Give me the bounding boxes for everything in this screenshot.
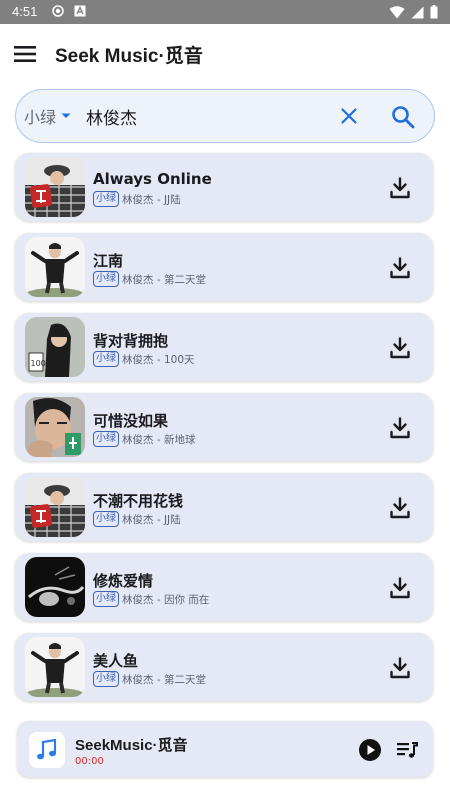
- play-button[interactable]: [358, 738, 382, 762]
- status-time: 4:51: [12, 4, 38, 19]
- hamburger-menu-icon: [14, 46, 36, 62]
- queue-music-icon: [397, 742, 418, 758]
- download-button[interactable]: [387, 255, 413, 281]
- source-badge: 小绿: [93, 431, 119, 447]
- source-badge: 小绿: [93, 671, 119, 687]
- download-icon: [390, 577, 410, 599]
- album-cover-100-days: 100: [25, 317, 85, 377]
- source-badge: 小绿: [93, 511, 119, 527]
- song-item[interactable]: 可惜没如果 小绿 林俊杰 - 新地球: [15, 393, 433, 461]
- album-cover-jj-lu: [25, 157, 85, 217]
- song-artist-album: 林俊杰 - 100天: [122, 353, 195, 366]
- source-badge: 小绿: [93, 351, 119, 367]
- song-item[interactable]: 100 背对背拥抱 小绿 林俊杰 - 100天: [15, 313, 433, 381]
- song-artist-album: 林俊杰 - 第二天堂: [122, 673, 206, 686]
- song-title: 修炼爱情: [93, 572, 154, 590]
- music-note-icon: [37, 738, 57, 760]
- download-icon: [390, 657, 410, 679]
- download-icon: [390, 257, 410, 279]
- app-notification-icon: [74, 5, 86, 17]
- source-select[interactable]: 小绿: [24, 104, 72, 128]
- source-badge: 小绿: [93, 191, 119, 207]
- battery-icon: [430, 5, 438, 19]
- player-title: SeekMusic·觅音: [75, 737, 188, 754]
- player-artwork: [29, 732, 65, 768]
- download-icon: [390, 417, 410, 439]
- song-title: 背对背拥抱: [93, 332, 169, 350]
- status-bar: 4:51: [0, 0, 450, 24]
- app-title: Seek Music·觅音: [55, 46, 203, 67]
- song-list: Always Online 小绿 林俊杰 - JJ陆 江南 小绿 林俊杰 - 第…: [15, 153, 433, 713]
- download-button[interactable]: [387, 575, 413, 601]
- album-cover-jj-lu: [25, 477, 85, 537]
- download-button[interactable]: [387, 335, 413, 361]
- playlist-button[interactable]: [395, 738, 419, 762]
- album-cover-because-of-you: [25, 557, 85, 617]
- download-button[interactable]: [387, 495, 413, 521]
- download-icon: [390, 337, 410, 359]
- song-title: 不潮不用花钱: [93, 492, 184, 510]
- menu-button[interactable]: [10, 40, 40, 68]
- close-icon: [341, 108, 357, 124]
- clear-search-button[interactable]: [336, 103, 362, 129]
- song-artist-album: 林俊杰 - JJ陆: [122, 513, 181, 526]
- song-title: 江南: [93, 252, 124, 270]
- play-icon: [359, 739, 381, 761]
- download-icon: [390, 497, 410, 519]
- download-button[interactable]: [387, 655, 413, 681]
- song-item[interactable]: 江南 小绿 林俊杰 - 第二天堂: [15, 233, 433, 301]
- song-item[interactable]: 美人鱼 小绿 林俊杰 - 第二天堂: [15, 633, 433, 701]
- record-icon: [52, 5, 64, 17]
- signal-icon: [411, 6, 424, 18]
- player-time: 00:00: [75, 756, 104, 767]
- source-badge: 小绿: [93, 591, 119, 607]
- song-item[interactable]: 修炼爱情 小绿 林俊杰 - 因你 而在: [15, 553, 433, 621]
- song-artist-album: 林俊杰 - 因你 而在: [122, 593, 210, 606]
- source-badge: 小绿: [93, 271, 119, 287]
- download-button[interactable]: [387, 415, 413, 441]
- search-input[interactable]: 林俊杰: [86, 104, 137, 129]
- song-title: Always Online: [93, 170, 212, 188]
- song-title: 可惜没如果: [93, 412, 169, 430]
- search-bar: 小绿 林俊杰: [15, 89, 435, 143]
- song-artist-album: 林俊杰 - 新地球: [122, 433, 196, 446]
- download-button[interactable]: [387, 175, 413, 201]
- wifi-icon: [389, 5, 405, 18]
- song-artist-album: 林俊杰 - JJ陆: [122, 193, 181, 206]
- album-cover-second-heaven: [25, 237, 85, 297]
- dropdown-arrow-icon: [61, 113, 71, 118]
- song-title: 美人鱼: [93, 652, 139, 670]
- svg-text:100: 100: [31, 359, 46, 368]
- album-cover-second-heaven: [25, 637, 85, 697]
- song-item[interactable]: 不潮不用花钱 小绿 林俊杰 - JJ陆: [15, 473, 433, 541]
- search-button[interactable]: [388, 102, 418, 132]
- song-artist-album: 林俊杰 - 第二天堂: [122, 273, 206, 286]
- download-icon: [390, 177, 410, 199]
- mini-player[interactable]: SeekMusic·觅音 00:00: [17, 721, 433, 777]
- song-item[interactable]: Always Online 小绿 林俊杰 - JJ陆: [15, 153, 433, 221]
- app-bar: Seek Music·觅音: [0, 24, 450, 84]
- source-select-label: 小绿: [24, 108, 57, 127]
- album-cover-new-earth: [25, 397, 85, 457]
- search-icon: [392, 106, 415, 129]
